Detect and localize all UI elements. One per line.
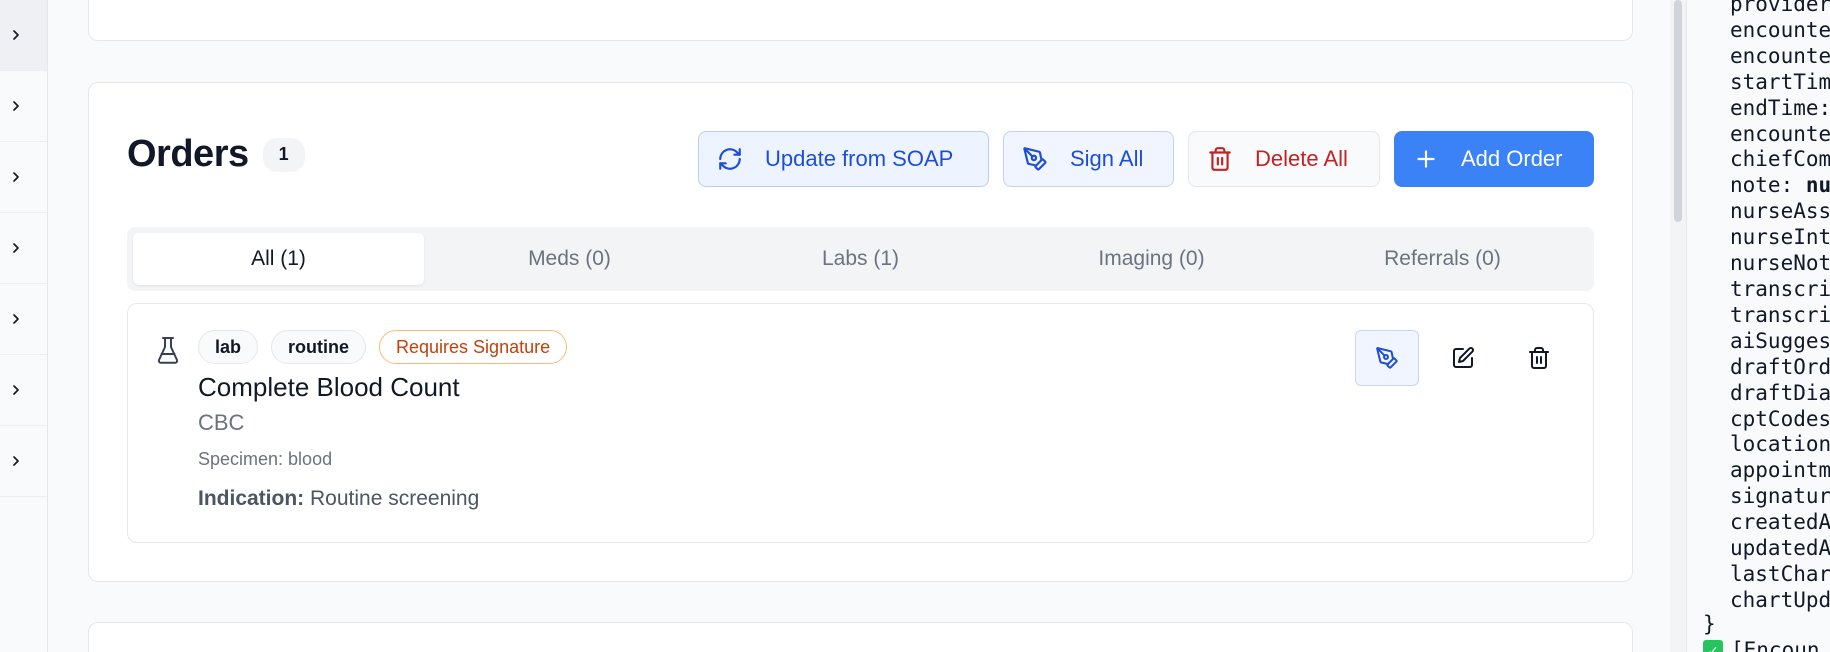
debug-code-line: draftOrd [1730,354,1830,379]
debug-code-lines: provider encounte encounte startTim endTime:… [1730,0,1830,614]
indication-value: Routine screening [310,487,480,510]
order-list-item: lab routine Requires Signature Complete … [127,303,1594,543]
orders-count-badge: 1 [262,137,305,172]
debug-code-line: aiSugges [1730,328,1830,353]
null-value: nu [1805,173,1830,198]
order-code: CBC [198,410,245,435]
debug-code-line: lastChar [1730,561,1830,586]
order-name: Complete Blood Count [198,372,460,402]
rail-expand-toggle[interactable] [0,213,47,284]
delete-all-label: Delete All [1255,146,1348,171]
delete-all-button[interactable]: Delete All [1188,131,1380,187]
rail-expand-toggle[interactable] [0,355,47,426]
debug-code-line: note: nu [1730,173,1830,198]
debug-code-line: transcri [1730,276,1830,301]
debug-code-line: chiefCom [1730,147,1830,172]
tab-referrals[interactable]: Referrals (0) [1297,233,1588,285]
orders-section: Orders 1 Update from SOAP Sign All Delet… [88,82,1633,582]
debug-code-line: location [1730,432,1830,457]
debug-log-text: [Encoun [1731,638,1820,652]
edit-icon [1453,347,1474,368]
chevron-right-icon [13,385,19,395]
order-tags: lab routine Requires Signature [198,330,568,364]
rail-expand-toggle[interactable] [0,426,47,497]
debug-code-line: draftDia [1730,380,1830,405]
status-badge: Requires Signature [379,330,568,364]
rail-expand-toggle[interactable] [0,284,47,355]
chevron-right-icon [13,172,19,182]
flask-icon [157,337,179,364]
update-from-soap-label: Update from SOAP [765,146,954,171]
rail-expand-toggle[interactable] [0,142,47,213]
order-category-chip: lab [198,330,259,364]
debug-log-line: ✓ [Encoun [1703,638,1820,652]
update-from-soap-button[interactable]: Update from SOAP [698,131,989,187]
debug-code-line: nurseNot [1730,251,1830,276]
edit-order-button[interactable] [1431,330,1495,386]
debug-code-line: appointm [1730,458,1830,483]
tab-labs[interactable]: Labs (1) [715,233,1006,285]
pen-tool-icon [1376,347,1398,369]
indication-label: Indication: [198,487,305,510]
debug-code-line: nurseAss [1730,199,1830,224]
pen-tool-icon [1023,147,1047,171]
sign-order-button[interactable] [1355,330,1419,386]
sign-all-button[interactable]: Sign All [1003,131,1174,187]
debug-code-line: encounte [1730,43,1830,68]
tab-imaging[interactable]: Imaging (0) [1006,233,1297,285]
main-content: Orders 1 Update from SOAP Sign All Delet… [48,0,1670,652]
next-section-card [88,622,1633,652]
orders-header: Orders 1 [127,133,305,176]
debug-code-line: cptCodes [1730,406,1830,431]
rail-expand-toggle[interactable] [0,71,47,142]
delete-order-button[interactable] [1507,330,1571,386]
debug-code-line: signatur [1730,484,1830,509]
previous-section-card [88,0,1633,41]
debug-code-line: startTim [1730,69,1830,94]
order-type-tabs: All (1) Meds (0) Labs (1) Imaging (0) Re… [127,227,1594,291]
trash-icon [1529,347,1549,369]
chevron-right-icon [13,456,19,466]
scrollbar-thumb[interactable] [1674,0,1682,222]
order-row-actions [1355,330,1571,386]
chevron-right-icon [13,314,19,324]
debug-code-line: chartUpd [1730,587,1830,612]
trash-icon [1209,147,1231,171]
debug-code-line: provider [1730,0,1830,16]
order-indication: Indication: Routine screening [198,487,479,511]
sign-all-label: Sign All [1070,146,1144,171]
refresh-icon [719,148,741,170]
orders-title: Orders [127,133,249,175]
tab-all[interactable]: All (1) [133,233,424,285]
chevron-right-icon [13,243,19,253]
chevron-right-icon [13,30,19,40]
debug-code-line: endTime: [1730,95,1830,120]
debug-json-panel: provider encounte encounte startTim endTime:… [1686,0,1830,652]
debug-code-line: nurseInt [1730,225,1830,250]
debug-code-line: transcri [1730,302,1830,327]
orders-toolbar: Update from SOAP Sign All Delete All Add… [698,131,1594,187]
debug-code-line: encounte [1730,17,1830,42]
main-scrollbar[interactable] [1670,0,1686,652]
plus-icon [1417,150,1435,168]
chevron-right-icon [13,101,19,111]
order-priority-chip: routine [271,330,367,364]
debug-code-line: encounte [1730,121,1830,146]
tab-meds[interactable]: Meds (0) [424,233,715,285]
rail-expand-toggle[interactable] [0,0,47,71]
check-icon: ✓ [1703,640,1723,652]
add-order-label: Add Order [1461,146,1563,171]
order-specimen: Specimen: blood [198,449,333,469]
add-order-button[interactable]: Add Order [1394,131,1594,187]
debug-closing-brace: } [1703,612,1716,636]
left-rail [0,0,48,652]
debug-code-line: updatedA [1730,536,1830,561]
debug-code-line: createdA [1730,510,1830,535]
